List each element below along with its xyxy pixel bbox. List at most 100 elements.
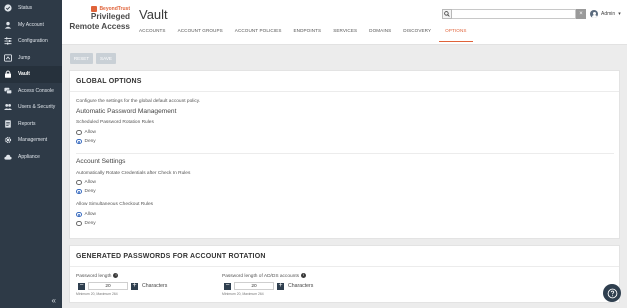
sidebar-item-vault[interactable]: Vault — [0, 66, 62, 83]
radio-option-allow[interactable]: Allow — [76, 128, 96, 137]
sliders-icon — [4, 37, 12, 45]
sidebar-item-label: Jump — [18, 54, 31, 61]
field-label: Automatically Rotate Credentials after C… — [76, 171, 191, 176]
sidebar-item-configuration[interactable]: Configuration — [0, 33, 62, 50]
tab-options[interactable]: OPTIONS — [439, 28, 473, 42]
tab-discovery[interactable]: DISCOVERY — [403, 28, 437, 42]
user-icon — [4, 21, 12, 29]
sidebar-item-reports[interactable]: Reports — [0, 116, 62, 133]
panel-description: Configure the settings for the global de… — [76, 99, 201, 104]
ad-length-stepper: − 20 + Characters — [224, 282, 313, 290]
sidebar-item-management[interactable]: Management — [0, 132, 62, 149]
radio-label: Allow — [84, 130, 96, 135]
radio-button[interactable] — [76, 188, 82, 195]
tab-account-policies[interactable]: ACCOUNT POLICIES — [235, 28, 288, 42]
sidebar-item-label: Vault — [18, 71, 30, 78]
auto-rotate-radio-group: Allow Deny — [76, 178, 96, 196]
avatar-icon — [590, 10, 598, 18]
field-label: Scheduled Password Rotation Rules — [76, 120, 154, 125]
sidebar-item-status[interactable]: Status — [0, 0, 62, 17]
radio-label: Allow — [84, 212, 96, 217]
divider — [76, 153, 614, 154]
sidebar-item-label: Reports — [18, 120, 36, 127]
radio-label: Deny — [84, 139, 96, 144]
plus-icon: + — [132, 282, 137, 289]
save-button[interactable]: SAVE — [96, 53, 116, 64]
radio-button[interactable] — [76, 220, 82, 227]
search-button[interactable] — [442, 9, 452, 19]
sidebar-item-users-security[interactable]: Users & Security — [0, 99, 62, 116]
sidebar-item-appliance[interactable]: Appliance — [0, 149, 62, 166]
radio-button[interactable] — [76, 211, 82, 218]
product-name-line1: Privileged — [90, 12, 130, 21]
report-icon — [4, 120, 12, 128]
sidebar-item-jump[interactable]: Jump — [0, 50, 62, 67]
jump-icon — [4, 54, 12, 62]
password-length-hint: Minimum 20, Maximum 264 — [76, 292, 118, 296]
sidebar-item-my-account[interactable]: My Account — [0, 17, 62, 34]
radio-option-allow[interactable]: Allow — [76, 178, 96, 187]
search-icon — [444, 11, 450, 17]
tab-accounts[interactable]: ACCOUNTS — [139, 28, 172, 42]
product-name-line2: Remote Access — [69, 22, 130, 31]
section-heading: Automatic Password Management — [76, 108, 177, 115]
ad-length-input[interactable]: 20 — [234, 282, 274, 290]
panel-title: GLOBAL OPTIONS — [76, 78, 142, 85]
tab-services[interactable]: SERVICES — [333, 28, 363, 42]
section-heading: Account Settings — [76, 158, 126, 165]
vault-tabs: ACCOUNTS ACCOUNT GROUPS ACCOUNT POLICIES EN… — [139, 28, 479, 42]
units-label: Characters — [288, 283, 314, 289]
sidebar-item-label: Configuration — [18, 38, 48, 45]
minus-icon: − — [225, 282, 230, 289]
reset-button[interactable]: RESET — [70, 53, 93, 64]
divider — [70, 266, 619, 267]
clear-search-button[interactable]: × — [576, 9, 586, 19]
sidebar-item-label: Management — [18, 137, 48, 144]
radio-option-deny[interactable]: Deny — [76, 137, 96, 146]
radio-label: Deny — [84, 189, 96, 194]
user-menu[interactable]: Admin ▾ — [590, 10, 621, 18]
tab-endpoints[interactable]: ENDPOINTS — [294, 28, 328, 42]
sidebar: Status My Account Configuration Jump Vault Ac… — [0, 0, 62, 308]
search-bar: × — [442, 9, 586, 19]
search-input[interactable] — [452, 9, 576, 19]
radio-button[interactable] — [76, 138, 82, 145]
user-name: Admin — [601, 11, 616, 17]
tab-domains[interactable]: DOMAINS — [369, 28, 397, 42]
generated-passwords-panel: GENERATED PASSWORDS FOR ACCOUNT ROTATION… — [69, 245, 620, 303]
password-length-input[interactable]: 20 — [88, 282, 128, 290]
sidebar-item-access-console[interactable]: Access Console — [0, 83, 62, 100]
header: BeyondTrust Privileged Remote Access Vau… — [62, 0, 627, 45]
info-icon[interactable]: i — [113, 273, 119, 278]
minus-icon: − — [79, 282, 84, 289]
tab-account-groups[interactable]: ACCOUNT GROUPS — [178, 28, 229, 42]
gear-icon — [4, 136, 12, 144]
collapse-sidebar-icon[interactable]: « — [52, 296, 56, 305]
help-button[interactable] — [603, 284, 621, 302]
decrement-button[interactable]: − — [78, 282, 85, 290]
radio-option-deny[interactable]: Deny — [76, 187, 96, 196]
radio-option-allow[interactable]: Allow — [76, 210, 96, 219]
info-icon[interactable]: i — [301, 273, 307, 278]
global-options-panel: GLOBAL OPTIONS Configure the settings fo… — [69, 70, 620, 239]
sidebar-item-label: Users & Security — [18, 104, 56, 111]
ad-length-label: Password length of AD/DS accounts i — [222, 273, 307, 279]
sidebar-nav: Status My Account Configuration Jump Vault Ac… — [0, 0, 62, 165]
help-chat-icon — [607, 288, 617, 298]
panel-title: GENERATED PASSWORDS FOR ACCOUNT ROTATION — [76, 253, 266, 260]
radio-option-deny[interactable]: Deny — [76, 219, 96, 228]
close-icon: × — [579, 11, 583, 17]
sidebar-item-label: My Account — [18, 21, 44, 28]
password-length-label-text: Password length — [76, 273, 112, 279]
decrement-button[interactable]: − — [224, 282, 231, 290]
sidebar-item-label: Appliance — [18, 153, 40, 160]
increment-button[interactable]: + — [277, 282, 284, 290]
cloud-icon — [4, 153, 12, 161]
radio-button[interactable] — [76, 129, 82, 136]
radio-button[interactable] — [76, 179, 82, 186]
chat-icon — [4, 87, 12, 95]
ad-length-hint: Minimum 20, Maximum 264 — [222, 292, 264, 296]
brand: BeyondTrust Privileged Remote Access — [68, 6, 130, 32]
divider — [70, 91, 619, 92]
increment-button[interactable]: + — [131, 282, 138, 290]
